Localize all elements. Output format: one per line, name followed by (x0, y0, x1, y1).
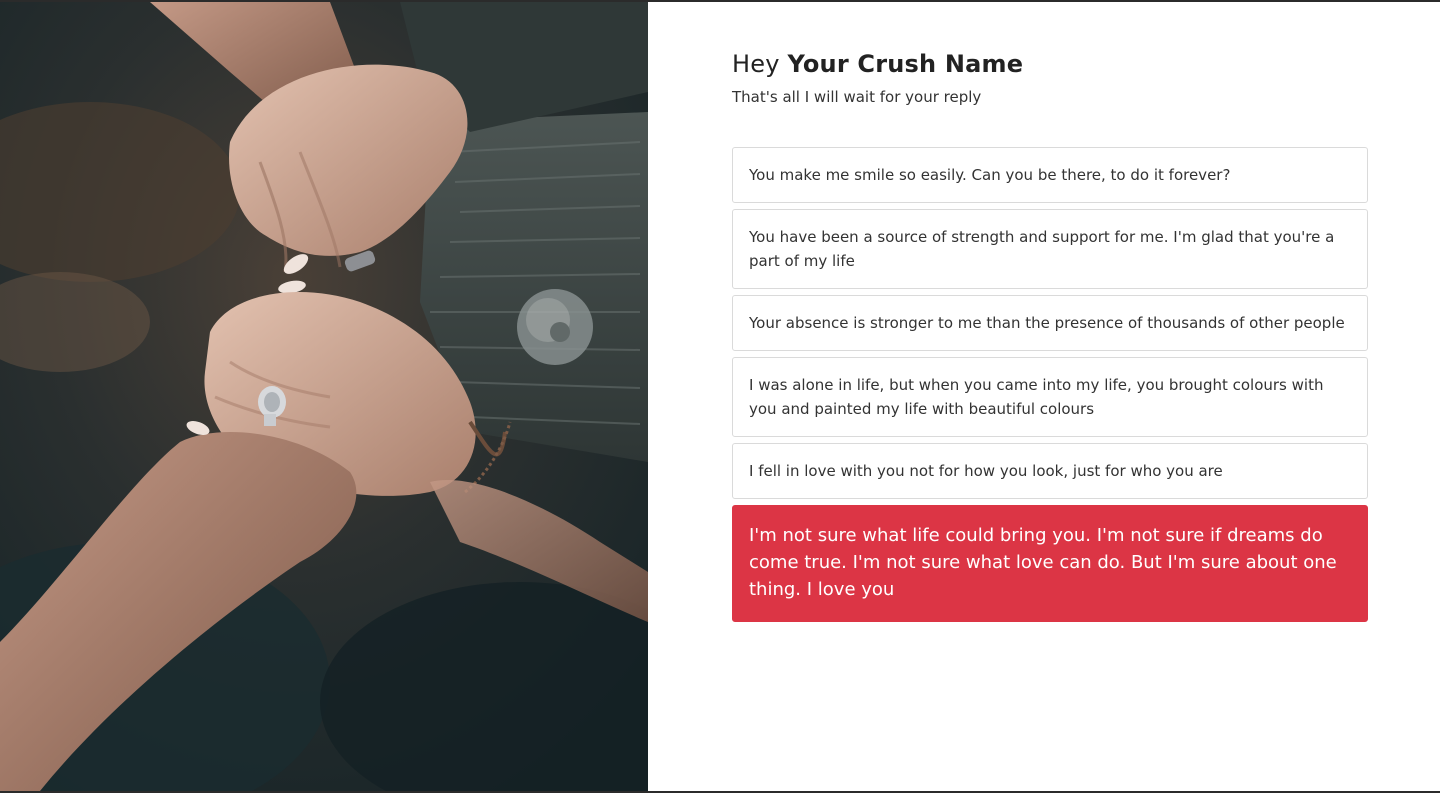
greeting-prefix: Hey (732, 50, 780, 78)
page: Hey Your Crush Name That's all I will wa… (0, 0, 1440, 793)
message-option-1[interactable]: You make me smile so easily. Can you be … (732, 147, 1368, 203)
message-option-6-selected[interactable]: I'm not sure what life could bring you. … (732, 505, 1368, 622)
message-panel: Hey Your Crush Name That's all I will wa… (732, 48, 1368, 622)
message-option-2[interactable]: You have been a source of strength and s… (732, 209, 1368, 289)
hands-illustration (0, 2, 648, 791)
message-option-5[interactable]: I fell in love with you not for how you … (732, 443, 1368, 499)
message-option-3[interactable]: Your absence is stronger to me than the … (732, 295, 1368, 351)
flower-pattern (517, 289, 593, 365)
greeting-title: Hey Your Crush Name (732, 48, 1368, 80)
message-list: You make me smile so easily. Can you be … (732, 147, 1368, 628)
hero-photo-holding-hands (0, 2, 648, 791)
subtitle: That's all I will wait for your reply (732, 88, 982, 106)
crush-name: Your Crush Name (787, 50, 1024, 78)
message-option-4[interactable]: I was alone in life, but when you came i… (732, 357, 1368, 437)
